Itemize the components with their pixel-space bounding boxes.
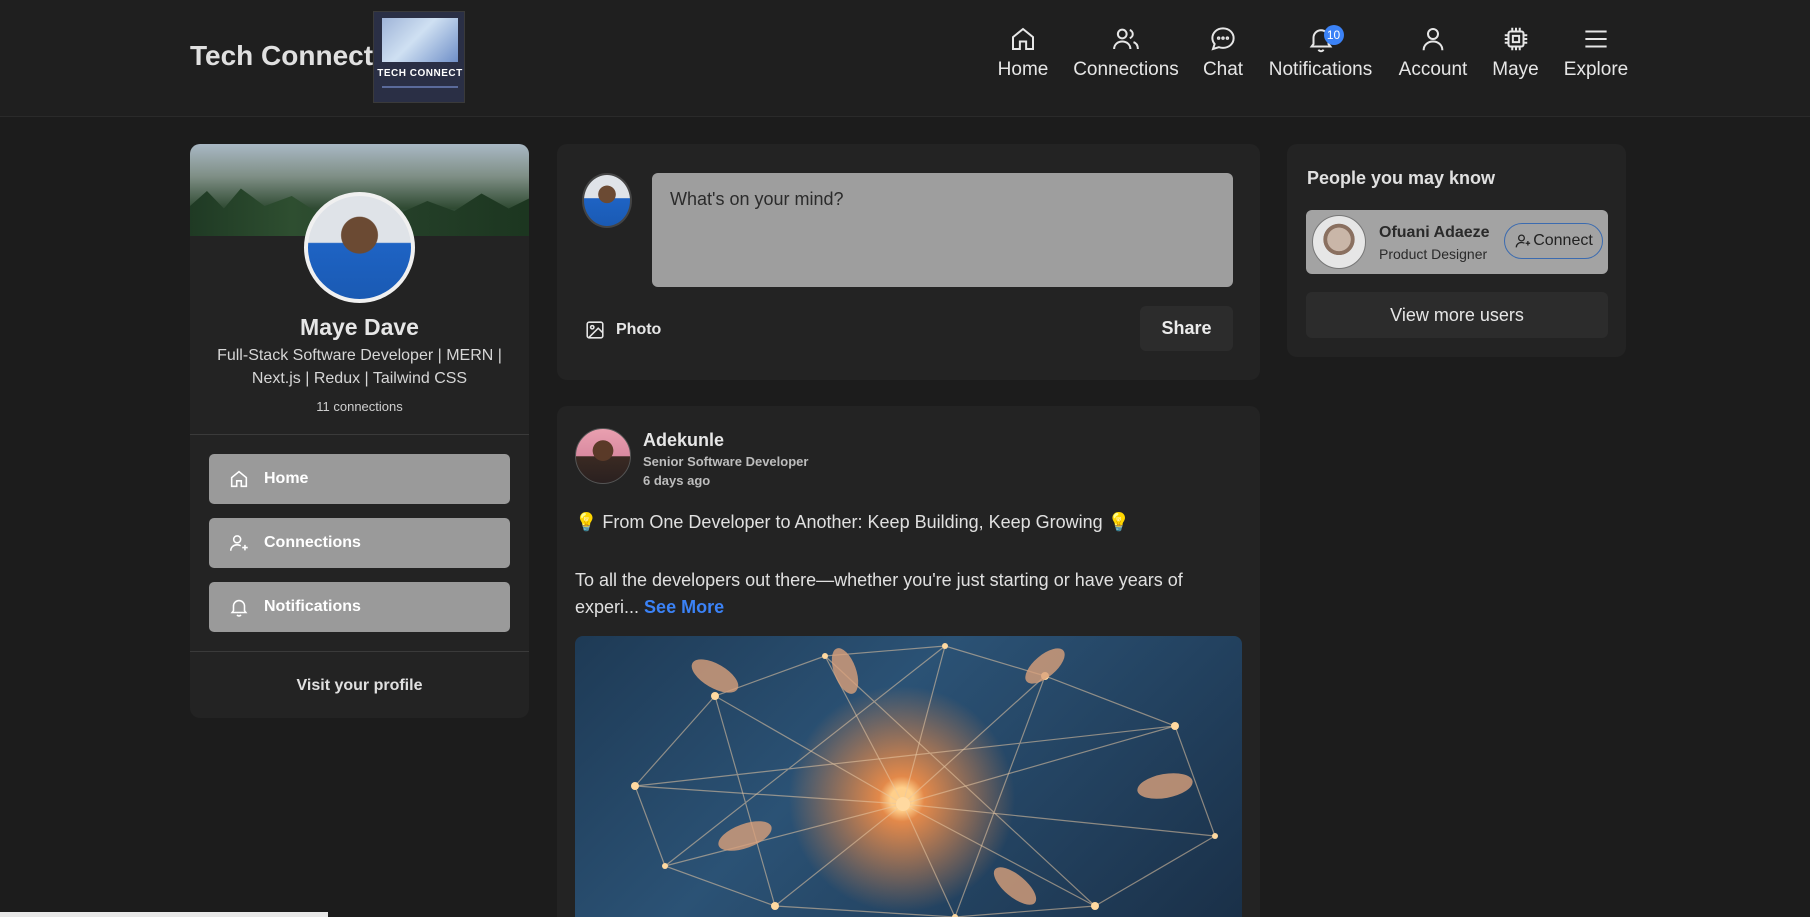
people-you-may-know-card: People you may know Ofuani Adaeze Produc… — [1287, 144, 1626, 357]
post-input[interactable] — [652, 173, 1233, 287]
connect-button-label: Connect — [1533, 232, 1593, 249]
sidebar-item-label: Connections — [264, 534, 361, 551]
menu-icon — [1585, 30, 1607, 48]
post-body: To all the developers out there—whether … — [575, 567, 1235, 621]
sidebar-item-label: Home — [264, 470, 309, 487]
user-plus-icon — [229, 535, 248, 551]
composer-avatar[interactable] — [582, 173, 632, 228]
post-timestamp: 6 days ago — [643, 473, 711, 488]
home-icon — [230, 470, 248, 488]
nav-label-notifications: Notifications — [1268, 59, 1373, 80]
suggestion-item[interactable]: Ofuani Adaeze Product Designer Connect — [1306, 210, 1608, 274]
nav-notifications[interactable]: 10 Notifications — [1269, 24, 1372, 81]
nav-account[interactable]: Account — [1399, 24, 1467, 81]
user-plus-icon — [1515, 234, 1531, 248]
post-headline: 💡 From One Developer to Another: Keep Bu… — [575, 512, 1131, 532]
nav-maye[interactable]: Maye — [1492, 24, 1539, 81]
nav-explore[interactable]: Explore — [1563, 24, 1629, 81]
nav-label-maye: Maye — [1492, 59, 1539, 80]
connect-button[interactable]: Connect — [1504, 223, 1603, 259]
feed-post: Adekunle Senior Software Developer 6 day… — [557, 406, 1260, 917]
horizontal-scroll-indicator[interactable] — [0, 912, 328, 917]
post-author-avatar[interactable] — [575, 428, 631, 484]
see-more-link[interactable]: See More — [644, 597, 724, 617]
main-nav: Home Connections Chat 10 Notifications A… — [0, 24, 1810, 84]
nav-label-connections: Connections — [1073, 59, 1179, 80]
profile-connections-count[interactable]: 11 connections — [190, 399, 529, 414]
nav-connections[interactable]: Connections — [1073, 24, 1179, 81]
user-icon — [1422, 28, 1444, 51]
post-author-title: Senior Software Developer — [643, 454, 809, 469]
profile-name: Maye Dave — [300, 314, 419, 340]
sidebar-item-notifications[interactable]: Notifications — [209, 582, 510, 632]
chip-icon — [1504, 27, 1527, 51]
suggestions-title: People you may know — [1307, 168, 1496, 188]
nav-label-explore: Explore — [1563, 59, 1629, 80]
photo-button[interactable]: Photo — [584, 319, 661, 341]
users-icon — [1113, 28, 1139, 50]
share-button[interactable]: Share — [1140, 306, 1233, 351]
image-icon — [586, 321, 604, 339]
chat-icon — [1211, 27, 1235, 51]
notification-badge: 10 — [1323, 25, 1344, 45]
suggestion-name[interactable]: Ofuani Adaeze — [1379, 224, 1490, 242]
profile-bio: Full-Stack Software Developer | MERN | N… — [217, 347, 502, 387]
view-more-users-button[interactable]: View more users — [1306, 292, 1608, 338]
profile-avatar[interactable] — [304, 192, 415, 303]
sidebar-item-label: Notifications — [264, 598, 361, 615]
sidebar-item-connections[interactable]: Connections — [209, 518, 510, 568]
bell-icon — [230, 599, 248, 617]
suggestion-avatar[interactable] — [1312, 215, 1366, 269]
top-navbar: Tech Connect TECH CONNECT Home Connectio… — [0, 0, 1810, 117]
nav-chat[interactable]: Chat — [1202, 24, 1244, 81]
suggestion-role: Product Designer — [1379, 246, 1488, 262]
post-author-name[interactable]: Adekunle — [643, 430, 724, 451]
nav-label-account: Account — [1398, 59, 1468, 80]
nav-label-home: Home — [997, 59, 1049, 80]
logo-underline — [382, 86, 458, 88]
nav-home[interactable]: Home — [998, 24, 1048, 81]
visit-profile-link[interactable]: Visit your profile — [190, 677, 529, 695]
photo-button-label: Photo — [616, 321, 662, 338]
post-composer: Photo Share — [557, 144, 1260, 380]
profile-card: Maye Dave Full-Stack Software Developer … — [190, 144, 529, 718]
profile-divider-bottom — [190, 651, 529, 652]
nav-label-chat: Chat — [1202, 59, 1244, 80]
post-image[interactable] — [575, 636, 1242, 917]
network-illustration — [631, 643, 1218, 917]
sidebar-item-home[interactable]: Home — [209, 454, 510, 504]
home-icon — [1012, 27, 1034, 50]
profile-divider-top — [190, 434, 529, 435]
